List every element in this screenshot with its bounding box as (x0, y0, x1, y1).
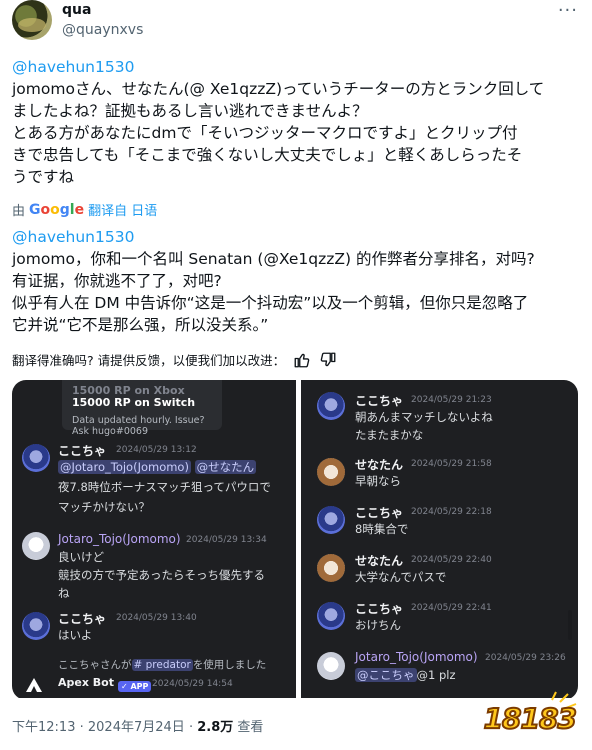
tweet-time[interactable]: 下午12:13 (12, 720, 75, 735)
translated-from-link[interactable]: 翻译自 日语 (88, 200, 157, 219)
original-line: うですね (12, 168, 75, 186)
thumbs-up-icon[interactable] (293, 351, 311, 369)
message-mentions: @Jotaro_Tojo(Jomomo) @せなたん (58, 458, 257, 476)
system-message: ここちゃさんが # predator を使用しました (58, 656, 266, 674)
translated-line: jomomo，你和一个名叫 Senatan (@Xe1qzzZ) 的作弊者分享排… (12, 250, 535, 268)
role-pill: # predator (131, 659, 193, 671)
message-timestamp: 2024/05/29 14:54 (152, 679, 233, 689)
original-line: とある方があなたにdmで「そいつジッターマクロですよ」とクリップ付 (12, 124, 518, 142)
tweet-header: qua @quaynxvs ··· (12, 0, 582, 50)
translated-line: 似乎有人在 DM 中告诉你“这是一个抖动宏”以及一个剪辑，但你只是忽略了 (12, 294, 529, 312)
translation-bar: 由 Google 翻译自 日语 (12, 200, 157, 220)
translation-feedback: 翻译得准确吗? 请提供反馈，以便我们加以改进： (12, 350, 337, 369)
discord-screenshot-right[interactable]: ここちゃ 2024/05/29 21:23 朝あんまマッチしないよね たまたまか… (301, 380, 578, 698)
message-timestamp: 2024/05/29 13:12 (116, 445, 197, 455)
message-text: 夜7.8時位ボーナスマッチ狙ってパウロで (58, 480, 271, 494)
message-timestamp: 2024/05/29 22:40 (411, 555, 492, 565)
view-label: 查看 (237, 720, 264, 735)
message-username: Jotaro_Tojo(Jomomo) (355, 650, 478, 664)
avatar[interactable] (12, 0, 52, 40)
reply-mention[interactable]: @havehun1530 (12, 56, 582, 78)
message-mentions: @ここちゃ @1 plz (355, 666, 456, 684)
user-handle[interactable]: @quaynxvs (62, 22, 143, 38)
message-text: 朝あんまマッチしないよね (355, 410, 493, 424)
message-timestamp: 2024/05/29 13:40 (116, 613, 197, 623)
thumbs-down-icon[interactable] (319, 351, 337, 369)
message-text: はいよ (58, 628, 93, 642)
system-text-end: を使用しました (192, 659, 267, 671)
tweet-date[interactable]: 2024年7月24日 (88, 720, 185, 735)
message-timestamp: 2024/05/29 13:34 (186, 535, 267, 545)
more-icon[interactable]: ··· (558, 0, 578, 21)
app-badge: ✓ APP (118, 678, 152, 692)
scrollbar[interactable] (568, 610, 572, 640)
role-name: predator (145, 659, 191, 671)
original-line: ましたよね？証拠もあるし言い逃れできませんよ？ (12, 102, 368, 120)
message-username: ここちゃ (355, 506, 404, 520)
stats-switch: 15000 RP on Switch (72, 396, 196, 409)
mention-pill: @Jotaro_Tojo(Jomomo) (58, 460, 191, 474)
meta-separator: · (188, 720, 194, 735)
message-text: 8時集合で (355, 522, 409, 536)
watermark-text: 18183 (483, 701, 578, 736)
avatar (317, 652, 345, 680)
original-line: きで忠告しても「そこまで強くないし大丈夫でしょ」と軽くあしらったそ (12, 146, 523, 164)
message-text: たまたまかな (355, 428, 424, 442)
tweet-original-text: @havehun1530 jomomoさん、せなたん(@ Xe1qzzZ)ってい… (12, 56, 582, 188)
message-timestamp: 2024/05/29 21:58 (411, 459, 492, 469)
mention-pill: @ここちゃ (355, 668, 417, 682)
message-username: せなたん (355, 458, 404, 472)
message-timestamp: 2024/05/29 22:18 (411, 507, 492, 517)
message-timestamp: 2024/05/29 22:41 (411, 603, 492, 613)
message-text: おけちん (355, 618, 401, 632)
message-username: ここちゃ (355, 394, 404, 408)
feedback-text: 翻译得准确吗? 请提供反馈，以便我们加以改进： (12, 353, 286, 368)
translated-mention[interactable]: @havehun1530 (12, 226, 582, 248)
display-name[interactable]: qua (62, 2, 91, 18)
bot-name: Apex Bot (58, 676, 114, 689)
original-line: jomomoさん、せなたん(@ Xe1qzzZ)っていうチーターの方とランク回し… (12, 80, 545, 98)
view-count: 2.8万 (197, 720, 234, 735)
stats-note: Data updated hourly. Issue? Ask hugo#006… (72, 415, 205, 437)
tweet-translated-text: @havehun1530 jomomo，你和一个名叫 Senatan (@Xe1… (12, 226, 582, 336)
site-watermark: 18183 (482, 690, 582, 738)
stats-xbox: 15000 RP on Xbox (72, 384, 185, 394)
google-logo: Google (29, 201, 85, 218)
message-username: Jotaro_Tojo(Jomomo) (58, 532, 181, 546)
message-username: ここちゃ (58, 612, 107, 626)
avatar (317, 602, 345, 630)
rank-stats-embed: 15000 RP on Xbox 15000 RP on Switch Data… (62, 380, 222, 437)
message-username: ここちゃ (355, 602, 404, 616)
message-text: マッチかけない？ (58, 500, 150, 514)
avatar (317, 458, 345, 486)
avatar (22, 532, 50, 560)
avatar (22, 612, 50, 640)
message-username: ここちゃ (58, 444, 107, 458)
avatar (317, 554, 345, 582)
message-text: 早朝なら (355, 474, 401, 488)
message-text: 大学なんでパスで (355, 570, 447, 584)
avatar (22, 444, 50, 472)
translated-line: 有证据，你就逃不了了，对吧? (12, 272, 222, 290)
tweet-meta: 下午12:13 · 2024年7月24日 · 2.8万 查看 (12, 716, 263, 735)
message-text: 競技の方で予定あったらそっち優先する (58, 568, 265, 582)
message-text: 良いけど (58, 550, 104, 564)
discord-screenshot-left[interactable]: 15000 RP on Xbox 15000 RP on Switch Data… (12, 380, 296, 698)
tweet-media[interactable]: 15000 RP on Xbox 15000 RP on Switch Data… (12, 380, 578, 700)
mention-pill: @せなたん (194, 460, 257, 474)
avatar (317, 392, 345, 420)
message-username: せなたん (355, 554, 404, 568)
message-timestamp: 2024/05/29 21:23 (411, 395, 492, 405)
system-text: ここちゃさんが (58, 659, 132, 671)
message-timestamp: 2024/05/29 23:26 (485, 653, 566, 663)
translated-line: 它并说“它不是那么强，所以没关系。” (12, 316, 269, 334)
meta-separator: · (79, 720, 84, 735)
avatar (317, 506, 345, 534)
translation-prefix: 由 (12, 204, 26, 219)
apex-logo-icon (26, 678, 42, 692)
message-tail: @1 plz (416, 668, 456, 682)
message-text: ね (58, 586, 70, 600)
